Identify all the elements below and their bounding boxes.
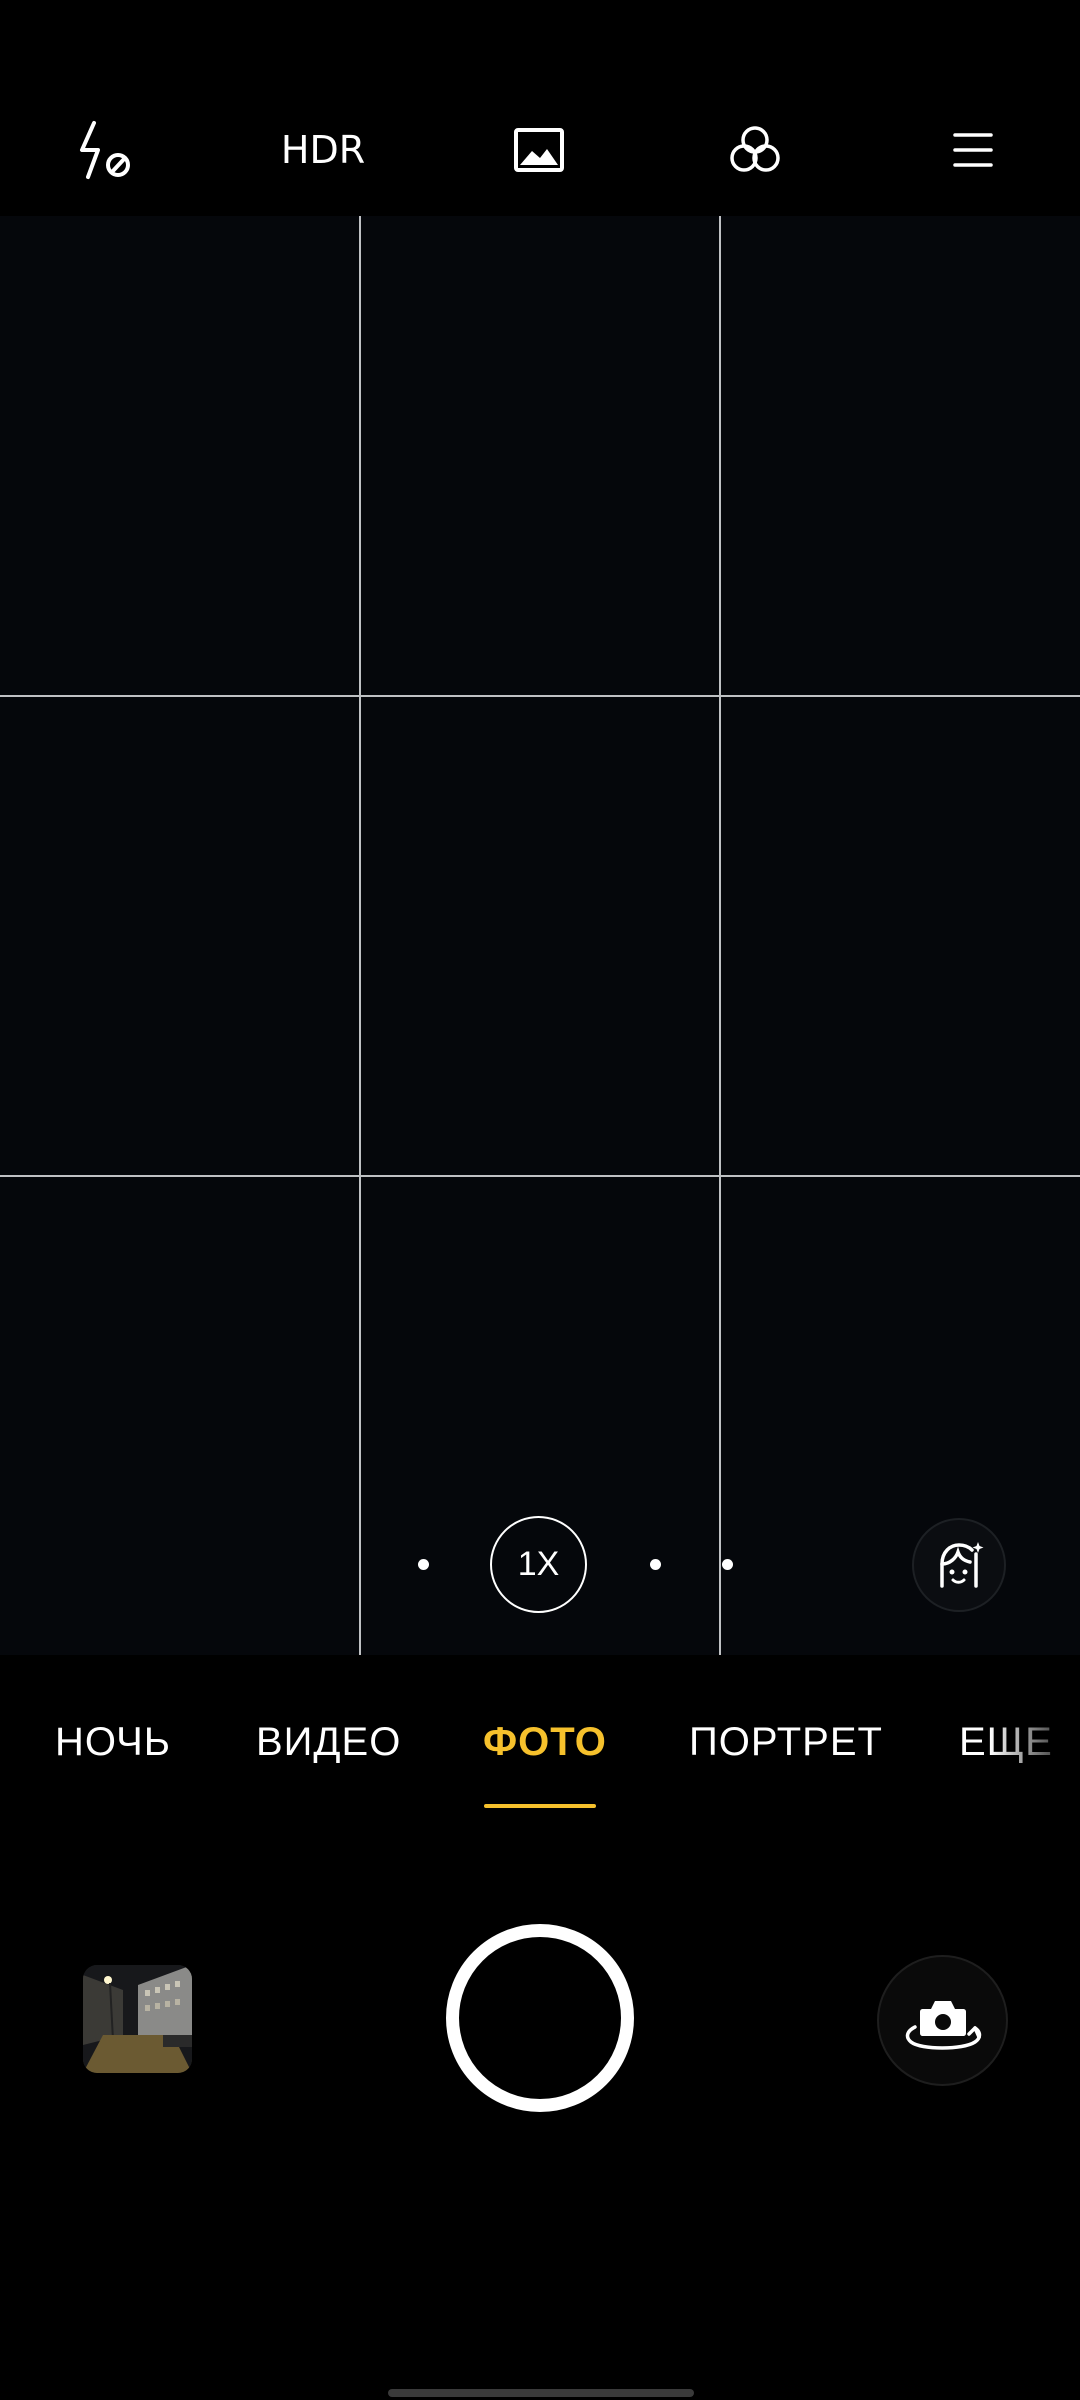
flash-toggle-button[interactable] [62,110,152,190]
mode-video[interactable]: ВИДЕО [256,1720,401,1765]
grid-line-vertical [359,216,361,1655]
shutter-button[interactable] [446,1924,634,2112]
hdr-button[interactable]: HDR [278,110,368,190]
switch-camera-icon [905,2000,981,2050]
grid-line-horizontal [0,695,1080,697]
menu-button[interactable] [928,110,1018,190]
beauty-mode-button[interactable] [912,1518,1006,1612]
top-toolbar: HDR [0,0,1080,216]
zoom-option-dot[interactable] [650,1559,661,1570]
hdr-label: HDR [280,128,366,172]
camera-viewfinder[interactable] [0,216,1080,1655]
mode-selector: НОЧЬ ВИДЕО ФОТО ПОРТРЕТ ЕЩЕ [0,1700,1080,1790]
mode-night[interactable]: НОЧЬ [55,1720,171,1765]
grid-line-vertical [719,216,721,1655]
switch-camera-button[interactable] [877,1955,1008,2086]
gallery-preview-image [83,1965,192,2073]
zoom-label: 1X [517,1545,560,1583]
mode-fade [990,1710,1080,1780]
filters-button[interactable] [710,110,800,190]
face-beauty-icon [940,1542,984,1588]
mode-photo[interactable]: ФОТО [483,1720,607,1765]
zoom-option-dot[interactable] [722,1559,733,1570]
active-mode-indicator [484,1804,596,1808]
zoom-button[interactable]: 1X [490,1516,587,1613]
grid-line-horizontal [0,1175,1080,1177]
photo-ratio-button[interactable] [494,110,584,190]
flash-off-icon [80,121,130,179]
home-indicator[interactable] [388,2389,694,2397]
image-icon [514,128,564,172]
mode-portrait[interactable]: ПОРТРЕТ [689,1720,883,1765]
menu-icon [953,133,993,167]
gallery-thumbnail[interactable] [83,1965,192,2073]
filters-icon [730,126,780,172]
zoom-option-dot[interactable] [418,1559,429,1570]
